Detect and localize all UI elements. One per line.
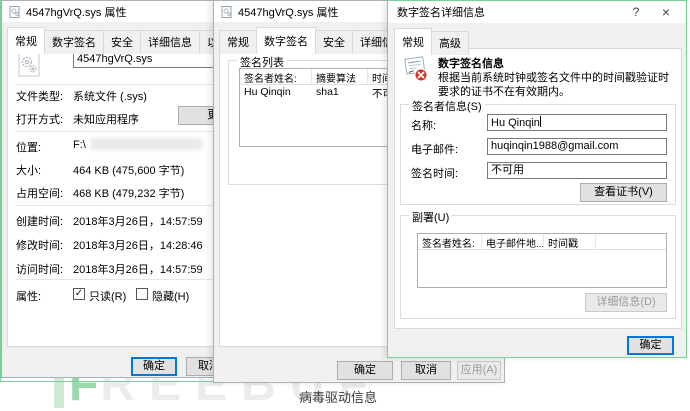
column-signer-name[interactable]: 签名者姓名:	[240, 69, 312, 84]
sys-file-small-icon	[9, 6, 21, 18]
open-with-value: 未知应用程序	[73, 111, 139, 127]
name-label: 名称:	[411, 117, 436, 133]
cancel-button[interactable]: 取消	[401, 361, 451, 380]
column-signer-name[interactable]: 签名者姓名:	[418, 234, 482, 249]
countersignatures-group-label: 副署(U)	[409, 209, 452, 225]
sys-file-small-icon	[221, 6, 233, 18]
column-timestamp[interactable]: 时间戳	[544, 234, 596, 249]
column-email-address[interactable]: 电子邮件地...	[482, 234, 544, 249]
email-input[interactable]: huqinqin1988@gmail.com	[487, 138, 667, 155]
signer-info-group: 签名者信息(S) 名称: Hu Qinqin 电子邮件: huqinqin198…	[400, 104, 676, 205]
tab-digital-signatures[interactable]: 数字签名	[256, 27, 316, 54]
apply-button: 应用(A)	[457, 361, 501, 380]
location-label: 位置:	[16, 139, 41, 155]
ok-button[interactable]: 确定	[627, 336, 674, 355]
countersignatures-header-row: 签名者姓名: 电子邮件地... 时间戳	[418, 234, 666, 250]
close-icon: ×	[662, 4, 670, 20]
annotation-border-bottom	[0, 381, 213, 382]
tab-digital-signatures[interactable]: 数字签名	[44, 30, 104, 54]
ok-button[interactable]: 确定	[337, 361, 393, 380]
signatures-dialog-title: 4547hgVrQ.sys 属性	[238, 4, 338, 20]
cell-signer-name: Hu Qinqin	[240, 85, 312, 101]
signature-info-heading: 数字签名信息	[438, 55, 504, 71]
name-input[interactable]: Hu Qinqin	[487, 114, 667, 131]
details-button: 详细信息(D)	[585, 293, 667, 312]
accessed-label: 访问时间:	[16, 261, 63, 277]
check-icon: ✓	[75, 288, 83, 299]
ok-button[interactable]: 确定	[131, 357, 177, 376]
signature-info-message: 根据当前系统时钟或签名文件中的时间戳验证时要求的证书不在有效期内。	[438, 71, 672, 99]
sys-file-large-icon	[18, 51, 40, 80]
countersignatures-table: 签名者姓名: 电子邮件地... 时间戳	[417, 233, 667, 288]
image-caption: 病毒驱动信息	[299, 387, 377, 406]
tab-security[interactable]: 安全	[315, 30, 353, 54]
open-with-label: 打开方式:	[16, 111, 63, 127]
size-on-disk-value: 468 KB (479,232 字节)	[73, 185, 184, 201]
column-filler	[596, 234, 666, 249]
readonly-checkbox[interactable]: ✓	[73, 288, 85, 300]
signature-details-tab-strip: 常规 高级	[394, 28, 468, 55]
created-label: 创建时间:	[16, 213, 63, 229]
tab-general[interactable]: 常规	[7, 27, 45, 54]
signer-info-group-label: 签名者信息(S)	[409, 98, 485, 114]
signing-time-input[interactable]: 不可用	[487, 162, 667, 179]
countersignatures-group: 副署(U) 签名者姓名: 电子邮件地... 时间戳 详细信息(D)	[400, 215, 676, 319]
signature-details-title-bar[interactable]: 数字签名详细信息 ? ×	[388, 1, 686, 23]
help-button[interactable]: ?	[624, 2, 648, 22]
modified-label: 修改时间:	[16, 237, 63, 253]
email-label: 电子邮件:	[411, 141, 458, 157]
hidden-checkbox-label[interactable]: 隐藏(H)	[152, 288, 189, 304]
view-certificate-button[interactable]: 查看证书(V)	[580, 183, 667, 202]
accessed-value: 2018年3月26日，14:57:59	[73, 261, 203, 277]
created-value: 2018年3月26日，14:57:59	[73, 213, 203, 229]
cell-digest-algorithm: sha1	[312, 85, 368, 101]
location-redacted-blur	[90, 138, 202, 150]
certificate-error-icon	[402, 55, 430, 86]
signing-time-label: 签名时间:	[411, 165, 458, 181]
annotation-border-left	[0, 0, 1, 382]
tab-details[interactable]: 详细信息	[140, 30, 200, 54]
tab-general[interactable]: 常规	[394, 28, 432, 55]
column-digest-algorithm[interactable]: 摘要算法	[312, 69, 368, 84]
size-label: 大小:	[16, 162, 41, 178]
modified-value: 2018年3月26日，14:28:46	[73, 237, 203, 253]
name-value: Hu Qinqin	[491, 117, 540, 129]
readonly-checkbox-label[interactable]: 只读(R)	[89, 288, 126, 304]
size-on-disk-label: 占用空间:	[16, 185, 63, 201]
signature-details-title: 数字签名详细信息	[397, 4, 485, 20]
help-icon: ?	[633, 5, 640, 19]
hidden-checkbox[interactable]	[136, 288, 148, 300]
location-value: F:\	[73, 139, 86, 151]
close-button[interactable]: ×	[654, 2, 678, 22]
tab-security[interactable]: 安全	[103, 30, 141, 54]
file-properties-title: 4547hgVrQ.sys 属性	[26, 4, 126, 20]
size-value: 464 KB (475,600 字节)	[73, 162, 184, 178]
signature-details-dialog: 数字签名详细信息 ? × 常规 高级 数字签名信息 根据当前系统时钟或签名文件中…	[387, 0, 687, 358]
file-type-label: 文件类型:	[16, 88, 63, 104]
attributes-label: 属性:	[16, 288, 41, 304]
tab-general[interactable]: 常规	[219, 30, 257, 54]
text-caret	[540, 116, 541, 127]
tab-advanced[interactable]: 高级	[431, 31, 469, 55]
file-type-value: 系统文件 (.sys)	[73, 88, 147, 104]
